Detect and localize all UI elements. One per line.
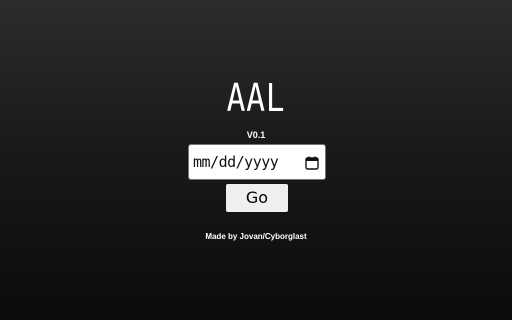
go-button[interactable]: Go (226, 184, 288, 212)
app-title: AAL (226, 76, 286, 120)
credit-text: Made by Jovan/Cyborglast (205, 232, 307, 241)
calendar-icon[interactable] (305, 155, 319, 170)
date-input[interactable]: mm/dd/yyyy (188, 144, 326, 180)
version-label: V0.1 (246, 130, 266, 140)
date-placeholder[interactable]: mm/dd/yyyy (193, 153, 305, 171)
